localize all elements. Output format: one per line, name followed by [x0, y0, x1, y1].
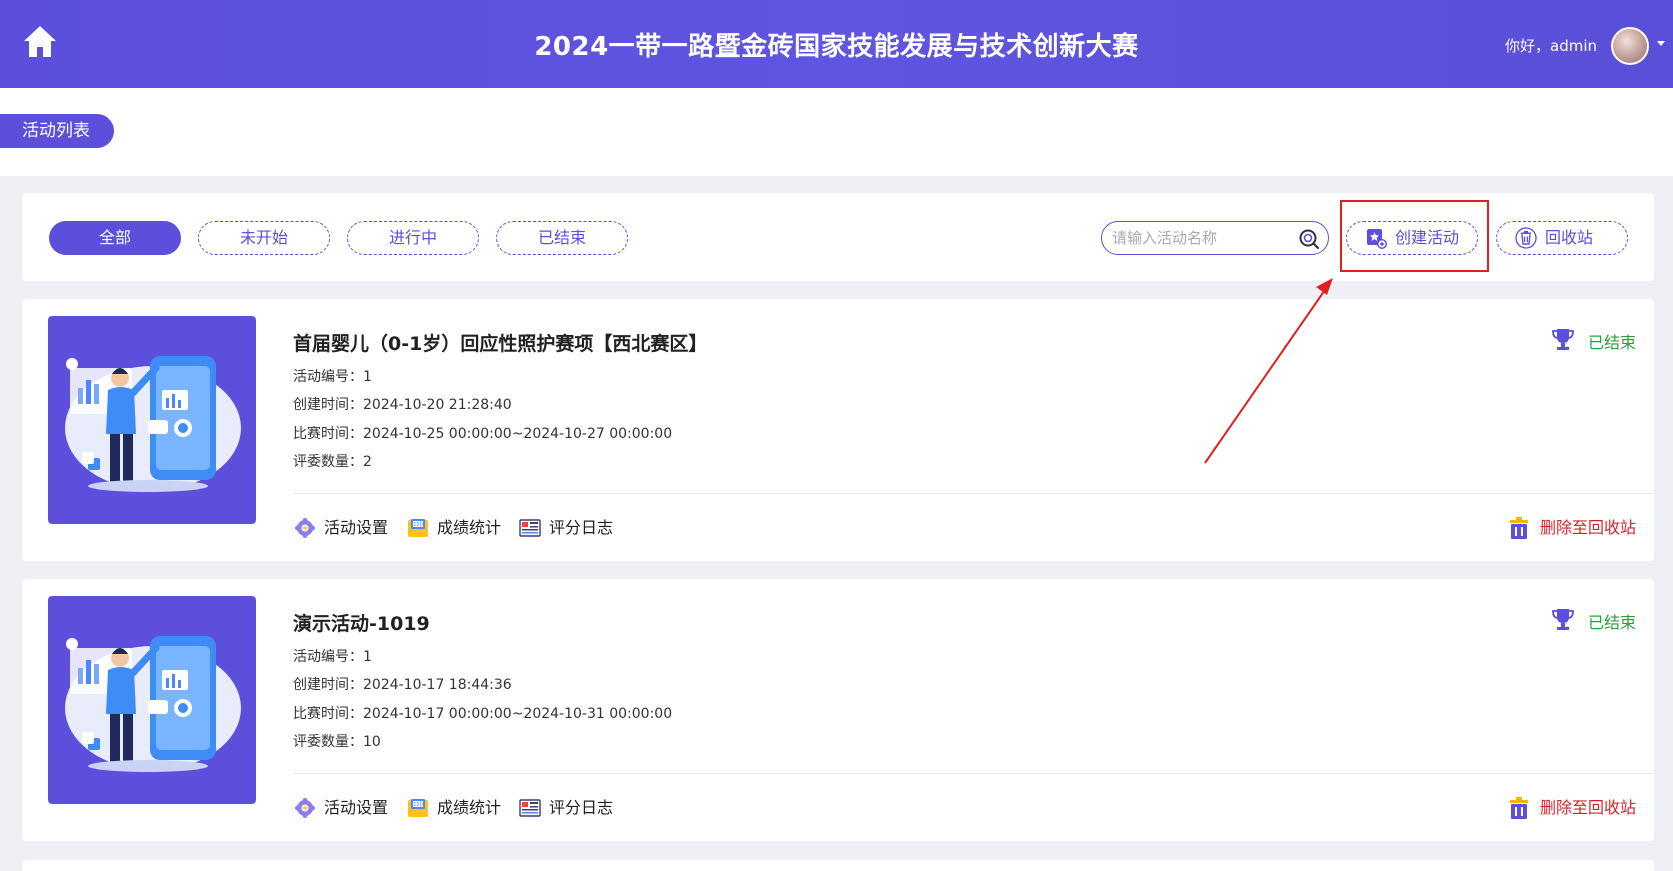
competition-period-label: 比赛时间：: [293, 706, 363, 722]
avatar[interactable]: [1611, 27, 1649, 65]
score-log-label: 评分日志: [549, 518, 614, 537]
activity-card: 首届婴儿（0-1岁）回应性照护赛项【西北赛区】 活动编号：1 创建时间：2024…: [22, 299, 1654, 561]
search-input[interactable]: [1112, 225, 1292, 251]
activity-illustration: [65, 356, 241, 492]
created-time: 创建时间：2024-10-17 18:44:36: [293, 674, 512, 694]
breadcrumb: 活动列表: [0, 88, 1673, 176]
delete-to-recycle-button[interactable]: 删除至回收站: [1509, 796, 1636, 820]
trash-icon: [1509, 517, 1528, 539]
recycle-bin-button[interactable]: 回收站: [1496, 221, 1628, 255]
score-log-label: 评分日志: [549, 798, 614, 817]
tab-not-started[interactable]: 未开始: [198, 221, 330, 255]
score-stats-label: 成绩统计: [437, 798, 502, 817]
activity-number-value: 1: [363, 649, 372, 665]
activity-number-label: 活动编号：: [293, 649, 363, 665]
status-badge: 已结束: [1552, 329, 1636, 353]
judge-count-value: 10: [363, 734, 381, 750]
competition-period: 比赛时间：2024-10-17 00:00:00~2024-10-31 00:0…: [293, 703, 672, 723]
competition-period-value: 2024-10-17 00:00:00~2024-10-31 00:00:00: [363, 706, 673, 722]
svg-text:100: 100: [413, 522, 423, 528]
activity-card-partial: [22, 860, 1654, 871]
activity-illustration: [65, 636, 241, 772]
activity-thumbnail: [48, 316, 256, 524]
recycle-bin-label: 回收站: [1545, 228, 1594, 247]
activity-number: 活动编号：1: [293, 646, 372, 666]
tab-ended[interactable]: 已结束: [496, 221, 628, 255]
trophy-icon: [1552, 329, 1574, 350]
tab-all[interactable]: 全部: [49, 221, 181, 255]
status-text: 已结束: [1587, 613, 1636, 632]
gear-icon: [295, 518, 315, 538]
activity-card: 演示活动-1019 活动编号：1 创建时间：2024-10-17 18:44:3…: [22, 579, 1654, 841]
delete-to-recycle-button[interactable]: 删除至回收站: [1509, 516, 1636, 540]
judge-count: 评委数量：2: [293, 451, 372, 471]
activity-number-label: 活动编号：: [293, 369, 363, 385]
score-stats-icon: 100: [408, 519, 428, 537]
annotation-highlight: [1340, 200, 1489, 272]
chevron-down-icon[interactable]: [1657, 41, 1665, 46]
created-time-value: 2024-10-20 21:28:40: [363, 397, 512, 413]
trash-icon: [1509, 797, 1528, 819]
score-stats-label: 成绩统计: [437, 518, 502, 537]
judge-count-label: 评委数量：: [293, 734, 363, 750]
created-time-label: 创建时间：: [293, 677, 363, 693]
created-time: 创建时间：2024-10-20 21:28:40: [293, 394, 512, 414]
score-log-icon: [519, 519, 541, 537]
created-time-value: 2024-10-17 18:44:36: [363, 677, 512, 693]
app-title: 2024一带一路暨金砖国家技能发展与技术创新大赛: [534, 32, 1139, 62]
score-stats-icon: 100: [408, 799, 428, 817]
trophy-icon: [1552, 609, 1574, 630]
activity-settings-label: 活动设置: [324, 518, 389, 537]
competition-period: 比赛时间：2024-10-25 00:00:00~2024-10-27 00:0…: [293, 423, 672, 443]
activity-number: 活动编号：1: [293, 366, 372, 386]
activity-number-value: 1: [363, 369, 372, 385]
competition-period-value: 2024-10-25 00:00:00~2024-10-27 00:00:00: [363, 426, 673, 442]
competition-period-label: 比赛时间：: [293, 426, 363, 442]
delete-to-recycle-label: 删除至回收站: [1539, 518, 1636, 537]
tab-in-progress[interactable]: 进行中: [347, 221, 479, 255]
svg-text:100: 100: [413, 802, 423, 808]
top-header: 2024一带一路暨金砖国家技能发展与技术创新大赛 你好，admin: [0, 0, 1673, 88]
activity-settings-label: 活动设置: [324, 798, 389, 817]
user-greeting: 你好，admin: [1505, 37, 1597, 55]
status-badge: 已结束: [1552, 609, 1636, 633]
breadcrumb-tag: 活动列表: [0, 114, 114, 148]
judge-count-value: 2: [363, 454, 372, 470]
search-icon[interactable]: [1298, 228, 1320, 250]
gear-icon: [295, 798, 315, 818]
score-log-icon: [519, 799, 541, 817]
recycle-bin-icon: [1515, 227, 1537, 249]
delete-to-recycle-label: 删除至回收站: [1539, 798, 1636, 817]
activity-thumbnail: [48, 596, 256, 804]
judge-count-label: 评委数量：: [293, 454, 363, 470]
created-time-label: 创建时间：: [293, 397, 363, 413]
status-text: 已结束: [1587, 333, 1636, 352]
search-box: [1101, 221, 1329, 255]
judge-count: 评委数量：10: [293, 731, 381, 751]
card-divider: [293, 773, 1654, 774]
card-divider: [293, 493, 1654, 494]
activity-title: 首届婴儿（0-1岁）回应性照护赛项【西北赛区】: [293, 333, 708, 355]
activity-title: 演示活动-1019: [293, 613, 430, 635]
